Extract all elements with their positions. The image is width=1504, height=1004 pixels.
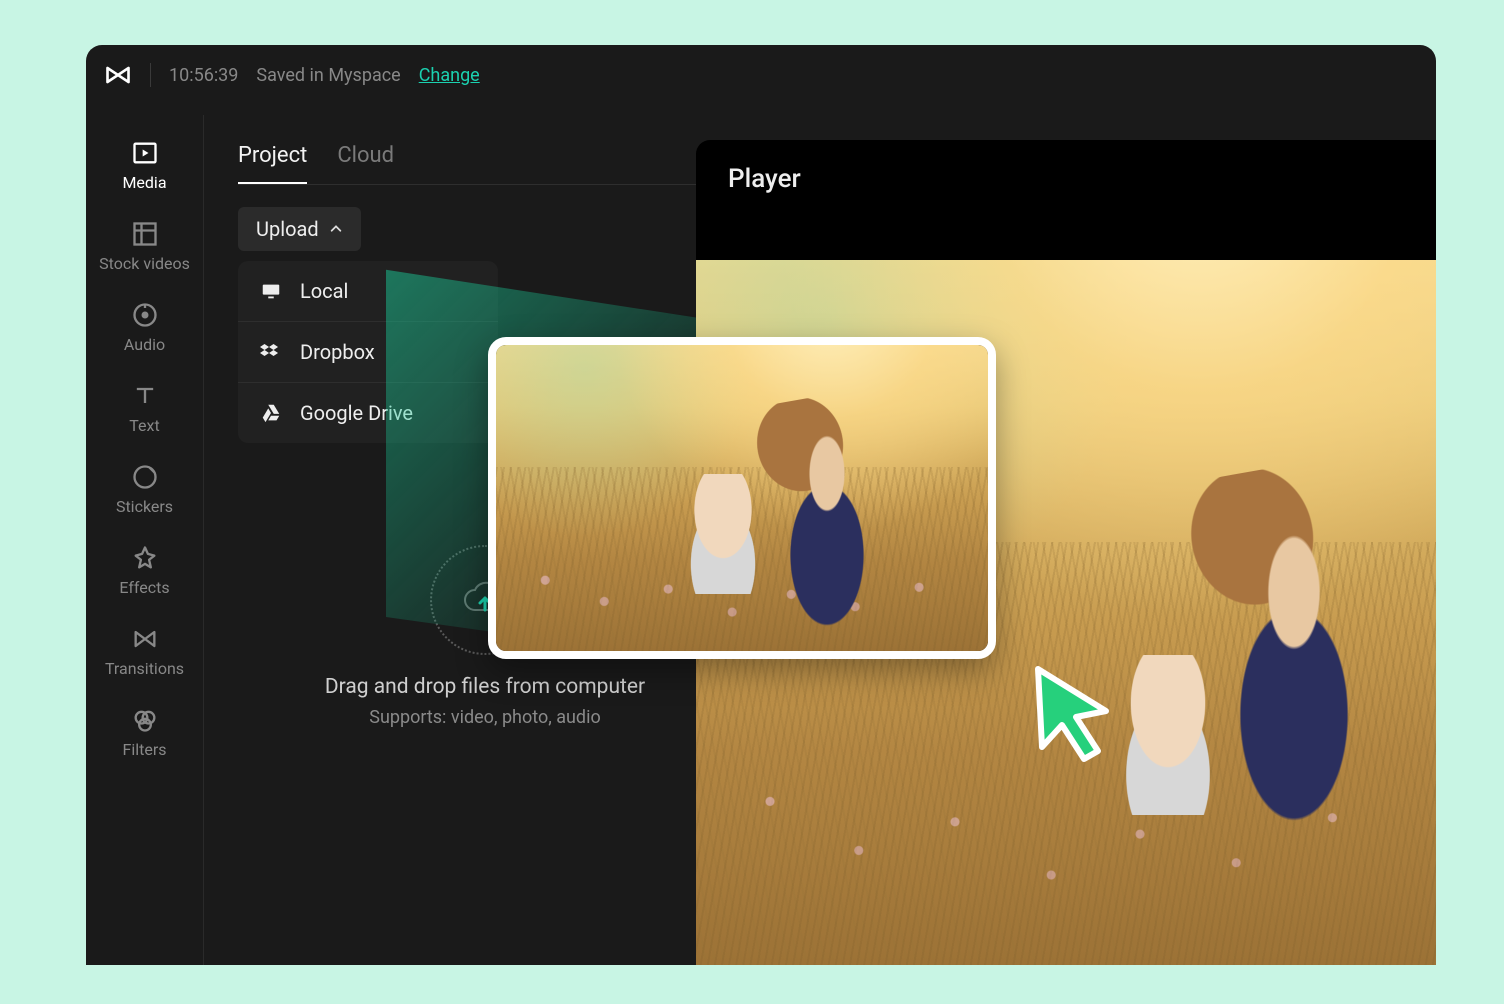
save-timestamp: 10:56:39 bbox=[169, 65, 238, 86]
divider bbox=[150, 63, 151, 87]
app-logo-icon bbox=[104, 61, 132, 89]
dropbox-icon bbox=[260, 341, 282, 363]
filters-icon bbox=[131, 706, 159, 734]
sidebar-item-label: Stickers bbox=[116, 497, 173, 516]
sidebar-item-stickers[interactable]: Stickers bbox=[86, 449, 203, 530]
sidebar-item-label: Filters bbox=[122, 740, 166, 759]
sidebar-item-filters[interactable]: Filters bbox=[86, 692, 203, 773]
thumbnail-image bbox=[496, 345, 988, 651]
dragged-media-thumbnail[interactable] bbox=[488, 337, 996, 659]
upload-dropdown: Local Dropbox Google Drive bbox=[238, 261, 498, 443]
sidebar-item-label: Effects bbox=[119, 578, 169, 597]
sidebar-item-effects[interactable]: Effects bbox=[86, 530, 203, 611]
drop-zone-subtitle: Supports: video, photo, audio bbox=[275, 707, 695, 728]
sidebar-item-media[interactable]: Media bbox=[86, 125, 203, 206]
upload-option-label: Local bbox=[300, 279, 348, 303]
google-drive-icon bbox=[260, 402, 282, 424]
stock-videos-icon bbox=[131, 220, 159, 248]
save-status: Saved in Myspace bbox=[256, 65, 400, 86]
text-icon bbox=[131, 382, 159, 410]
upload-option-dropbox[interactable]: Dropbox bbox=[238, 321, 498, 382]
tab-cloud[interactable]: Cloud bbox=[337, 143, 394, 184]
upload-button-label: Upload bbox=[256, 217, 319, 241]
sidebar-item-text[interactable]: Text bbox=[86, 368, 203, 449]
media-icon bbox=[131, 139, 159, 167]
audio-icon bbox=[131, 301, 159, 329]
tab-project[interactable]: Project bbox=[238, 143, 307, 184]
upload-option-label: Google Drive bbox=[300, 401, 413, 425]
upload-button[interactable]: Upload bbox=[238, 207, 361, 251]
upload-option-local[interactable]: Local bbox=[238, 261, 498, 321]
monitor-icon bbox=[260, 280, 282, 302]
sidebar-item-audio[interactable]: Audio bbox=[86, 287, 203, 368]
effects-icon bbox=[131, 544, 159, 572]
upload-option-google-drive[interactable]: Google Drive bbox=[238, 382, 498, 443]
drop-zone-title: Drag and drop files from computer bbox=[275, 675, 695, 699]
stickers-icon bbox=[131, 463, 159, 491]
chevron-up-icon bbox=[329, 217, 343, 241]
transitions-icon bbox=[131, 625, 159, 653]
top-bar: 10:56:39 Saved in Myspace Change bbox=[86, 45, 1436, 105]
player-title: Player bbox=[696, 140, 1436, 208]
sidebar-item-label: Stock videos bbox=[99, 254, 190, 273]
sidebar-item-stock-videos[interactable]: Stock videos bbox=[86, 206, 203, 287]
sidebar-item-label: Transitions bbox=[105, 659, 184, 678]
media-tabs: Project Cloud bbox=[238, 143, 732, 185]
sidebar-item-label: Media bbox=[122, 173, 166, 192]
sidebar-item-label: Audio bbox=[124, 335, 165, 354]
change-location-link[interactable]: Change bbox=[419, 65, 480, 86]
sidebar-item-transitions[interactable]: Transitions bbox=[86, 611, 203, 692]
left-sidebar: Media Stock videos Audio Text Stickers E… bbox=[86, 115, 204, 965]
sidebar-item-label: Text bbox=[129, 416, 159, 435]
upload-option-label: Dropbox bbox=[300, 340, 375, 364]
